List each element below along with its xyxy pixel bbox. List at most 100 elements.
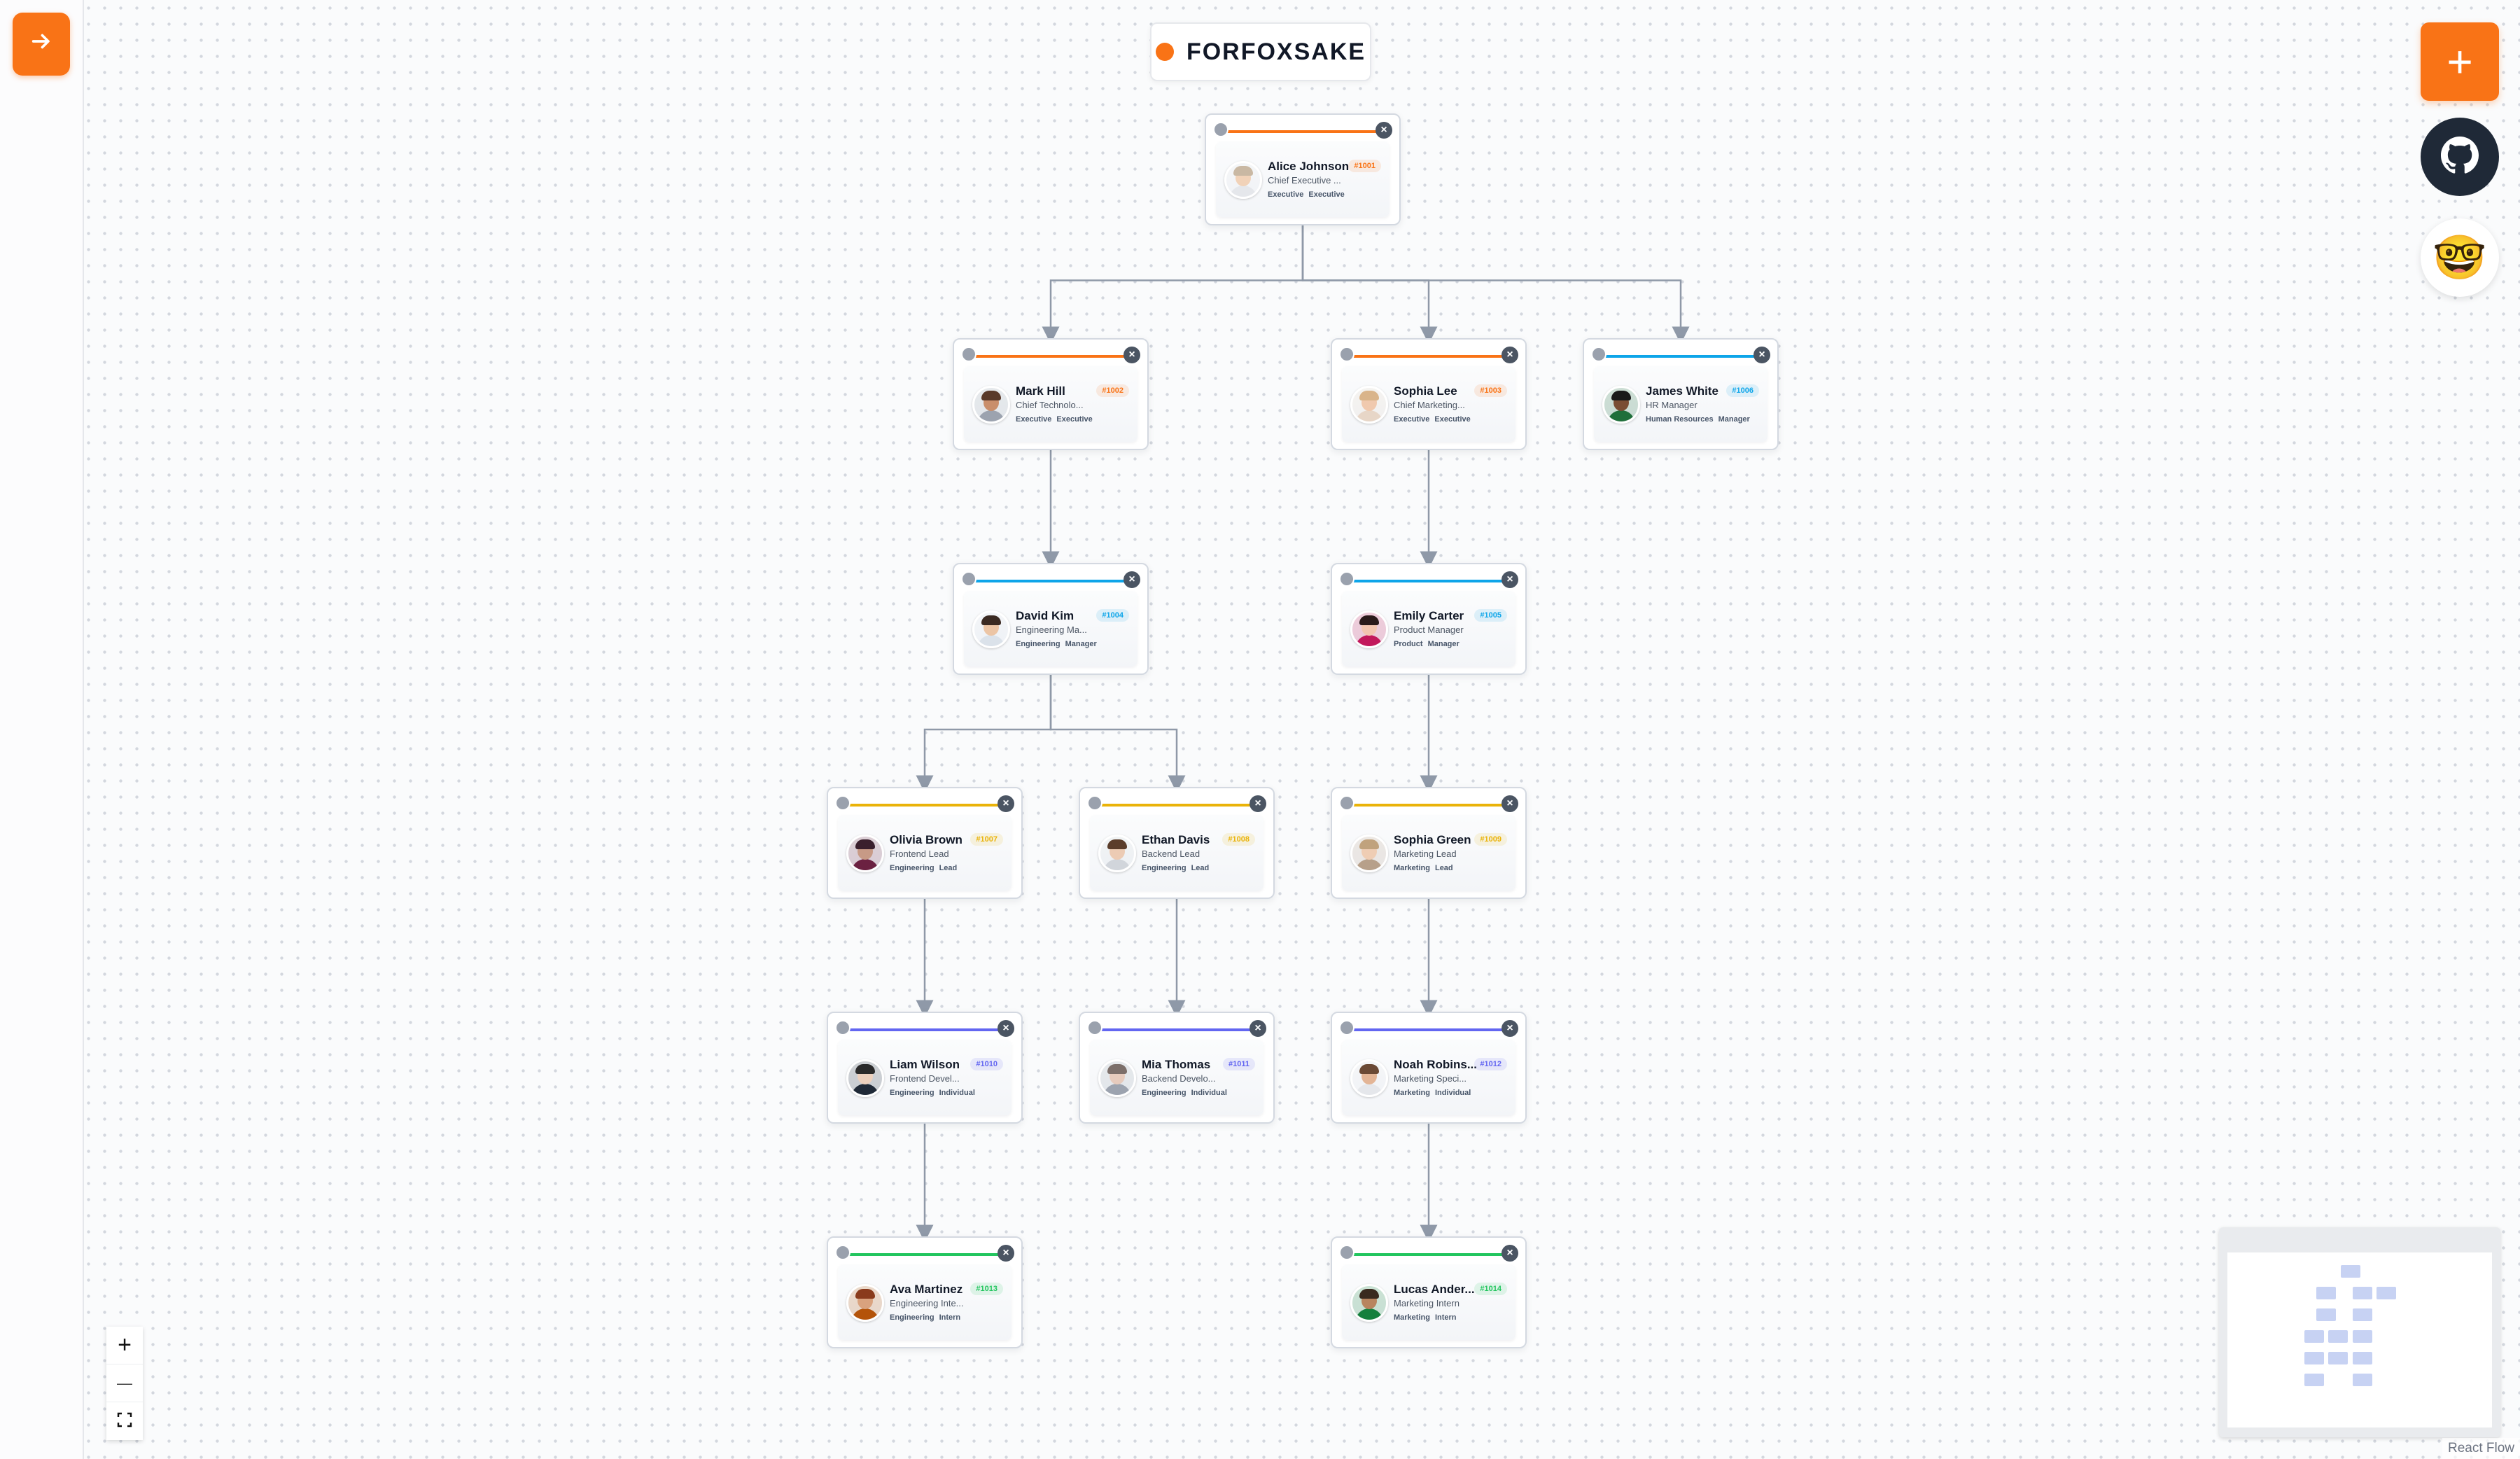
level-tag: Individual	[1191, 1089, 1227, 1097]
close-icon: ×	[1128, 349, 1135, 361]
github-button[interactable]	[2421, 118, 2499, 196]
theme-emoji-button[interactable]: 🤓	[2421, 218, 2499, 297]
employee-name: Emily Carter	[1394, 609, 1464, 622]
node-handle[interactable]	[1087, 1020, 1102, 1035]
node-handle[interactable]	[1339, 1020, 1354, 1035]
employee-node[interactable]: × Ava Martinez Engineering Inte... Engin…	[827, 1236, 1023, 1348]
employee-node[interactable]: × Mark Hill Chief Technolo... Executive E…	[953, 338, 1149, 450]
node-handle[interactable]	[1087, 795, 1102, 811]
department-tag: Executive	[1268, 190, 1304, 199]
delete-node-button[interactable]: ×	[997, 795, 1014, 812]
employee-name: Ethan Davis	[1142, 833, 1210, 846]
minimap[interactable]	[2219, 1227, 2500, 1437]
employee-node[interactable]: × Liam Wilson Frontend Devel... Engineer…	[827, 1012, 1023, 1124]
fit-view-button[interactable]	[106, 1402, 143, 1440]
employee-id-badge: #1011	[1223, 1058, 1255, 1070]
avatar	[1602, 386, 1640, 424]
node-handle[interactable]	[1213, 122, 1228, 137]
employee-node[interactable]: × David Kim Engineering Ma... Engineerin…	[953, 563, 1149, 675]
delete-node-button[interactable]: ×	[1502, 347, 1518, 363]
delete-node-button[interactable]: ×	[1754, 347, 1770, 363]
employee-node[interactable]: × Sophia Green Marketing Lead Marketing L…	[1331, 787, 1527, 899]
department-tag: Engineering	[890, 1313, 934, 1322]
delete-node-button[interactable]: ×	[997, 1245, 1014, 1262]
employee-name: Noah Robins...	[1394, 1058, 1477, 1071]
minimap-node	[2316, 1308, 2337, 1321]
node-level-bar	[972, 355, 1129, 358]
employee-title: HR Manager	[1646, 400, 1698, 410]
minimap-node	[2352, 1329, 2372, 1343]
employee-node[interactable]: × Noah Robins... Marketing Speci... Mark…	[1331, 1012, 1527, 1124]
employee-id-badge: #1012	[1474, 1058, 1507, 1070]
employee-node[interactable]: × Olivia Brown Frontend Lead Engineering…	[827, 787, 1023, 899]
node-handle[interactable]	[835, 795, 850, 811]
employee-node[interactable]: × Lucas Ander... Marketing Intern Market…	[1331, 1236, 1527, 1348]
zoom-out-button[interactable]: —	[106, 1364, 143, 1402]
employee-tags: Executive Executive	[1268, 190, 1350, 199]
employee-node[interactable]: × Ethan Davis Backend Lead Engineering Le…	[1079, 787, 1275, 899]
node-level-bar	[972, 580, 1129, 582]
node-handle[interactable]	[1339, 1245, 1354, 1260]
nerd-face-icon: 🤓	[2432, 233, 2487, 282]
employee-name: Olivia Brown	[890, 833, 962, 846]
node-handle[interactable]	[961, 571, 976, 587]
delete-node-button[interactable]: ×	[997, 1020, 1014, 1037]
delete-node-button[interactable]: ×	[1502, 795, 1518, 812]
employee-tags: Engineering Lead	[1142, 864, 1214, 872]
delete-node-button[interactable]: ×	[1502, 1020, 1518, 1037]
add-node-button[interactable]: +	[2421, 22, 2499, 101]
node-handle[interactable]	[1339, 795, 1354, 811]
brand-badge: FORFOXSAKE	[1150, 22, 1371, 81]
employee-node[interactable]: × Sophia Lee Chief Marketing... Executiv…	[1331, 338, 1527, 450]
zoom-controls: + —	[106, 1327, 143, 1440]
employee-tags: Engineering Lead	[890, 864, 962, 872]
delete-node-button[interactable]: ×	[1124, 571, 1140, 588]
department-tag: Product	[1394, 640, 1423, 648]
delete-node-button[interactable]: ×	[1124, 347, 1140, 363]
employee-node[interactable]: × Mia Thomas Backend Develo... Engineeri…	[1079, 1012, 1275, 1124]
delete-node-button[interactable]: ×	[1250, 795, 1266, 812]
avatar	[1350, 386, 1388, 424]
level-tag: Intern	[939, 1313, 961, 1322]
delete-node-button[interactable]: ×	[1250, 1020, 1266, 1037]
node-handle[interactable]	[1339, 347, 1354, 362]
employee-node[interactable]: × Alice Johnson Chief Executive ... Exec…	[1205, 113, 1401, 225]
employee-title: Engineering Inte...	[890, 1298, 964, 1308]
employee-node[interactable]: × James White HR Manager Human Resources…	[1583, 338, 1779, 450]
node-handle[interactable]	[961, 347, 976, 362]
employee-node[interactable]: × Emily Carter Product Manager Product Ma…	[1331, 563, 1527, 675]
delete-node-button[interactable]: ×	[1376, 122, 1392, 139]
employee-title: Product Manager	[1394, 624, 1464, 635]
close-icon: ×	[1506, 797, 1513, 809]
node-level-bar	[1350, 1253, 1507, 1256]
employee-tags: Engineering Intern	[890, 1313, 965, 1322]
employee-title: Backend Lead	[1142, 849, 1200, 859]
avatar	[846, 1059, 884, 1097]
zoom-in-button[interactable]: +	[106, 1327, 143, 1364]
delete-node-button[interactable]: ×	[1502, 571, 1518, 588]
react-flow-attribution[interactable]: React Flow	[2442, 1438, 2520, 1459]
node-handle[interactable]	[835, 1020, 850, 1035]
employee-tags: Engineering Individual	[1142, 1089, 1232, 1097]
employee-id-badge: #1007	[970, 833, 1003, 846]
level-tag: Lead	[1434, 864, 1453, 872]
employee-id-badge: #1013	[970, 1283, 1003, 1295]
minimap-node	[2328, 1351, 2348, 1364]
employee-name: Alice Johnson	[1268, 160, 1350, 173]
level-tag: Intern	[1434, 1313, 1457, 1322]
node-handle[interactable]	[835, 1245, 850, 1260]
close-icon: ×	[1506, 573, 1513, 585]
fit-view-icon	[116, 1411, 133, 1432]
close-icon: ×	[1758, 349, 1765, 361]
employee-title: Frontend Lead	[890, 849, 949, 859]
delete-node-button[interactable]: ×	[1502, 1245, 1518, 1262]
node-handle[interactable]	[1591, 347, 1606, 362]
avatar	[972, 386, 1010, 424]
node-handle[interactable]	[1339, 571, 1354, 587]
close-icon: ×	[1506, 1022, 1513, 1034]
employee-title: Engineering Ma...	[1016, 624, 1087, 635]
node-level-bar	[1350, 804, 1507, 807]
level-tag: Lead	[1191, 864, 1210, 872]
minimap-node	[2316, 1286, 2337, 1299]
employee-title: Chief Executive ...	[1268, 175, 1341, 186]
